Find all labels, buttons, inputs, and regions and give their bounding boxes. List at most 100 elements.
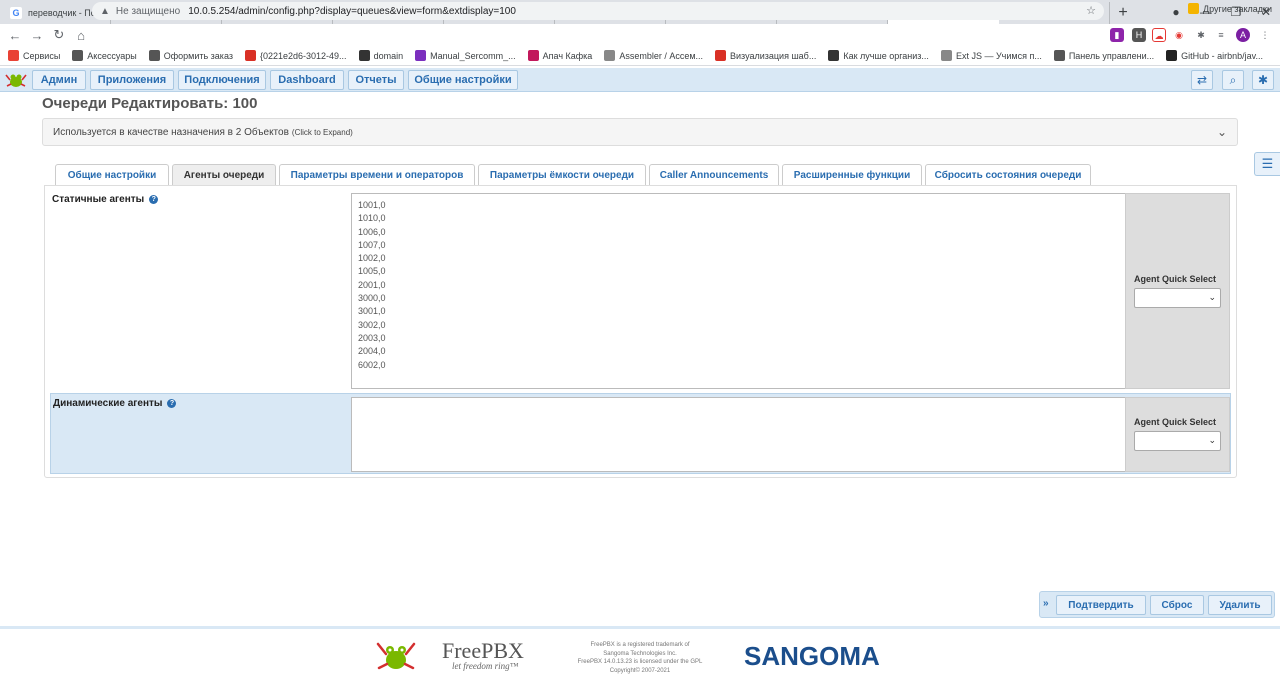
bookmark-item[interactable]: {0221e2d6-3012-49... — [244, 50, 347, 61]
other-bookmarks[interactable]: Другие закладки — [1188, 3, 1272, 14]
dynamic-agents-label: Динамические агенты ? — [53, 398, 177, 409]
bookmark-item[interactable]: Как лучше организ... — [828, 50, 929, 61]
bookmark-star-icon[interactable]: ☆ — [1086, 4, 1096, 17]
bookmark-icon — [828, 50, 840, 61]
bookmark-item[interactable]: Апач Кафка — [527, 50, 592, 61]
help-icon[interactable]: ? — [167, 399, 177, 408]
folder-icon — [1188, 3, 1200, 14]
bookmark-item[interactable]: Аксессуары — [72, 50, 137, 61]
search-icon[interactable]: ⌕ — [1222, 70, 1244, 90]
static-agent-entry: 2001,0 — [358, 279, 386, 290]
nav-connectivity[interactable]: Подключения — [178, 70, 266, 90]
dynamic-agents-textarea[interactable] — [351, 397, 1126, 472]
nav-reports[interactable]: Отчеты — [348, 70, 404, 90]
list-toggle-icon[interactable]: ☰ — [1254, 152, 1280, 176]
static-agent-entry: 1005,0 — [358, 266, 386, 277]
tab-queue-2[interactable]: Параметры времени и операторов — [279, 164, 475, 186]
language-icon[interactable]: ⇄ — [1191, 70, 1213, 90]
tab-queue-6[interactable]: Сбросить состояния очереди — [925, 164, 1091, 186]
bookmark-item[interactable]: Assembler / Ассем... — [604, 50, 703, 61]
omnibox[interactable]: ▲ Не защищено 10.0.5.254/admin/config.ph… — [92, 2, 1104, 20]
puzzle-icon[interactable]: ✱ — [1194, 28, 1208, 42]
static-agents-label-text: Статичные агенты — [52, 194, 145, 205]
dynamic-agent-quick-select[interactable]: ⌄ — [1134, 431, 1221, 451]
bookmark-label: Assembler / Ассем... — [619, 50, 704, 61]
static-agent-entry: 1006,0 — [358, 226, 386, 237]
dynamic-quick-select-panel: Agent Quick Select ⌄ — [1125, 397, 1230, 472]
help-icon[interactable]: ? — [149, 195, 159, 204]
page-title: Очереди Редактировать: 100 — [42, 95, 258, 112]
bookmark-item[interactable]: Визуализация шаб... — [715, 50, 816, 61]
new-tab-button[interactable]: + — [1110, 2, 1136, 24]
reload-icon[interactable]: ↻ — [48, 27, 70, 43]
bookmark-icon — [358, 50, 370, 61]
profile-avatar[interactable]: A — [1236, 28, 1250, 42]
bookmark-item[interactable]: Manual_Sercomm_... — [415, 50, 516, 61]
tab-favicon-icon: G — [10, 7, 22, 19]
forward-icon[interactable]: → — [26, 28, 48, 43]
bookmark-item[interactable]: Оформить заказ — [148, 50, 233, 61]
delete-button[interactable]: Удалить — [1208, 595, 1272, 615]
freepbx-logo-icon[interactable] — [4, 71, 28, 89]
bookmark-label: Ext JS — Учимся п... — [955, 50, 1042, 61]
static-agent-entry: 3001,0 — [358, 306, 386, 317]
nav-dashboard[interactable]: Dashboard — [270, 70, 344, 90]
warning-icon: ▲ — [100, 5, 110, 17]
static-agents-textarea[interactable]: 1001,0 1010,0 1006,0 1007,0 1002,0 1005,0 2001… — [351, 193, 1126, 389]
reset-button[interactable]: Сброс — [1150, 595, 1204, 615]
bookmark-label: GitHub - airbnb/jav... — [1181, 50, 1264, 61]
static-agent-entry: 3002,0 — [358, 319, 386, 330]
used-as-hint: (Click to Expand) — [291, 127, 353, 137]
legal-line: Sangoma Technologies Inc. — [603, 650, 677, 657]
chevron-down-icon: ⌄ — [1208, 292, 1216, 302]
nav-applications[interactable]: Приложения — [90, 70, 174, 90]
bookmark-item[interactable]: Ext JS — Учимся п... — [940, 50, 1042, 61]
bookmark-item[interactable]: Сервисы — [8, 50, 60, 61]
other-bookmarks-label: Другие закладки — [1203, 3, 1272, 14]
extension-h-icon[interactable]: H — [1132, 28, 1146, 42]
bookmark-icon — [527, 50, 539, 61]
collapse-icon[interactable]: » — [1043, 598, 1049, 609]
freepbx-frog-logo[interactable] — [376, 638, 416, 674]
recorder-icon[interactable]: ◉ — [1172, 28, 1186, 42]
used-as-destination-panel[interactable]: Используется в качестве назначения в 2 О… — [42, 118, 1238, 146]
tab-queue-3[interactable]: Параметры ёмкости очереди — [478, 164, 646, 186]
dynamic-agents-label-text: Динамические агенты — [53, 398, 163, 409]
tab-queue-1[interactable]: Агенты очереди — [172, 164, 276, 186]
address-bar-row: ← → ↻ ⌂ — [0, 24, 1280, 46]
action-bar: » Подтвердить Сброс Удалить — [1039, 591, 1275, 618]
nav-settings[interactable]: Общие настройки — [408, 70, 518, 90]
tab-queue-5[interactable]: Расширенные функции — [782, 164, 922, 186]
browser-tab-label: переводчик - Пои — [28, 8, 101, 18]
bookmark-icon — [72, 50, 84, 61]
static-agents-row: Статичные агенты ? 1001,0 1010,0 1006,0 100… — [50, 189, 1231, 391]
sangoma-logo[interactable]: SANGOMA — [744, 641, 880, 672]
legal-line: FreePBX 14.0.13.23 is licensed under the… — [577, 659, 703, 665]
static-agent-entry: 2004,0 — [358, 346, 386, 357]
static-agent-quick-select[interactable]: ⌄ — [1134, 288, 1221, 308]
nav-admin[interactable]: Админ — [32, 70, 86, 90]
fpbx-top-nav: Админ Приложения Подключения Dashboard О… — [0, 68, 1280, 92]
cloud-icon[interactable]: ☁ — [1152, 28, 1166, 42]
home-icon[interactable]: ⌂ — [70, 28, 92, 43]
bookmark-label: Оформить заказ — [163, 50, 233, 61]
bookmark-item[interactable]: Панель управлени... — [1053, 50, 1154, 61]
back-icon[interactable]: ← — [4, 28, 26, 43]
static-agents-label: Статичные агенты ? — [52, 194, 159, 205]
submit-button[interactable]: Подтвердить — [1056, 595, 1146, 615]
bookmark-item[interactable]: GitHub - airbnb/jav... — [1166, 50, 1263, 61]
bookmark-label: domain — [373, 50, 404, 61]
bookmark-item[interactable]: domain — [358, 50, 404, 61]
gear-icon[interactable]: ✱ — [1252, 70, 1274, 90]
insecure-label: Не защищено — [115, 5, 181, 17]
tab-queue-0[interactable]: Общие настройки — [55, 164, 169, 186]
extension-icon[interactable]: ▮ — [1110, 28, 1124, 42]
chevron-down-icon: ⌄ — [1208, 435, 1216, 445]
menu-icon[interactable]: ⋮ — [1258, 28, 1272, 42]
bookmark-icon — [8, 50, 19, 61]
static-agent-entry: 6002,0 — [358, 359, 386, 370]
bookmark-label: Сервисы — [23, 50, 61, 61]
tab-queue-4[interactable]: Caller Announcements — [649, 164, 779, 186]
reading-list-icon[interactable]: ≡ — [1214, 28, 1228, 42]
bookmark-label: {0221e2d6-3012-49... — [259, 50, 347, 61]
